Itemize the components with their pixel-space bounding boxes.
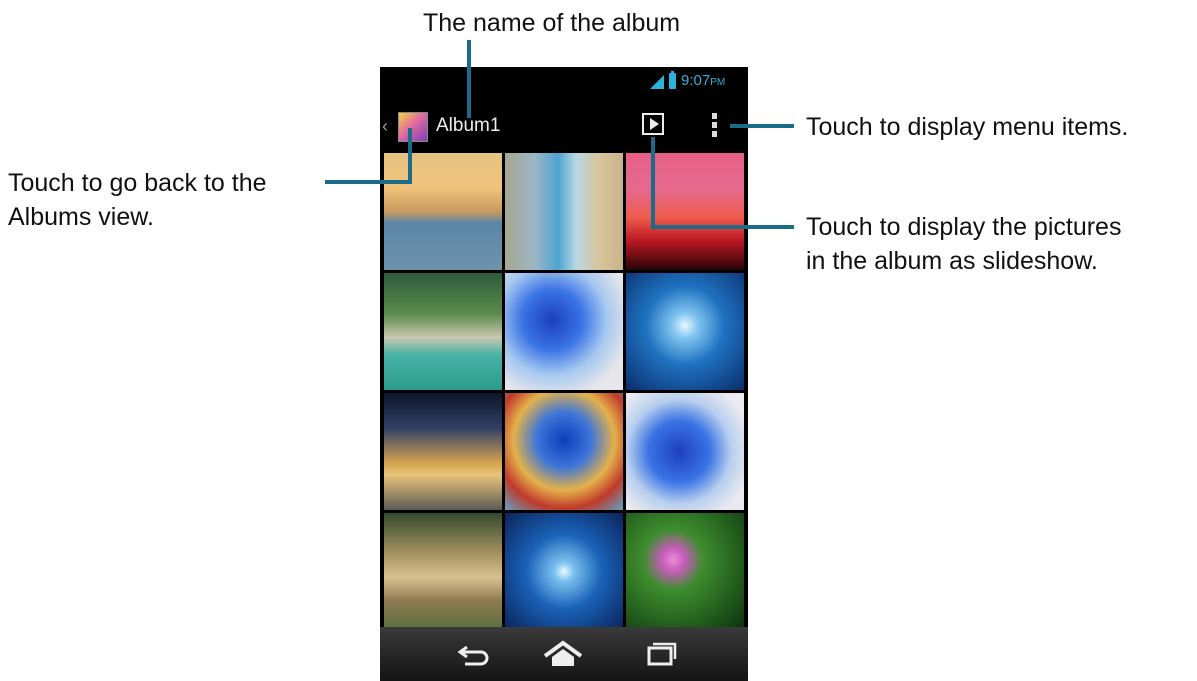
back-arrow-icon[interactable] bbox=[451, 639, 495, 669]
slideshow-leader-horizontal bbox=[651, 225, 794, 229]
slideshow-callout-line2: in the album as slideshow. bbox=[806, 247, 1098, 275]
photo-underwater-sun-2[interactable] bbox=[505, 513, 623, 630]
photo-underwater-sun[interactable] bbox=[626, 273, 744, 390]
slideshow-leader-vertical bbox=[651, 137, 655, 229]
back-callout-line2: Albums view. bbox=[8, 203, 154, 231]
photo-pop-art-poster-2[interactable] bbox=[505, 393, 623, 510]
photo-palm-beach-sunset[interactable] bbox=[384, 393, 502, 510]
overflow-menu-icon[interactable] bbox=[712, 113, 717, 137]
home-icon[interactable] bbox=[541, 639, 585, 669]
action-bar: ‹ Album1 bbox=[380, 105, 748, 147]
menu-callout: Touch to display menu items. bbox=[806, 113, 1129, 141]
slideshow-callout-line1: Touch to display the pictures bbox=[806, 213, 1122, 241]
album-name-leader-line bbox=[467, 40, 471, 118]
chevron-left-icon[interactable]: ‹ bbox=[382, 116, 388, 137]
photo-red-sunset[interactable] bbox=[626, 153, 744, 270]
slideshow-button[interactable] bbox=[642, 113, 664, 135]
album-thumbnail-icon[interactable] bbox=[398, 112, 428, 142]
battery-icon bbox=[669, 71, 676, 89]
photo-pop-art-poster-3[interactable] bbox=[626, 393, 744, 510]
back-leader-horizontal bbox=[325, 180, 412, 184]
album-title: Album1 bbox=[436, 115, 501, 136]
navigation-bar bbox=[380, 627, 748, 681]
photo-glass-bottle[interactable] bbox=[505, 153, 623, 270]
photo-stone-house[interactable] bbox=[384, 513, 502, 630]
photo-water-lilies[interactable] bbox=[626, 513, 744, 630]
signal-icon bbox=[650, 75, 664, 89]
back-callout-line1: Touch to go back to the bbox=[8, 169, 267, 197]
status-bar: 9:07PM bbox=[380, 67, 748, 97]
photo-sunset-sea[interactable] bbox=[384, 153, 502, 270]
album-name-callout: The name of the album bbox=[423, 9, 681, 37]
photo-coast-village[interactable] bbox=[384, 273, 502, 390]
photo-pop-art-poster[interactable] bbox=[505, 273, 623, 390]
menu-leader-line bbox=[730, 124, 794, 128]
status-time: 9:07PM bbox=[681, 72, 726, 89]
back-leader-vertical bbox=[408, 128, 412, 182]
phone-screen: 9:07PM ‹ Album1 bbox=[380, 67, 748, 681]
recent-apps-icon[interactable] bbox=[638, 639, 682, 669]
